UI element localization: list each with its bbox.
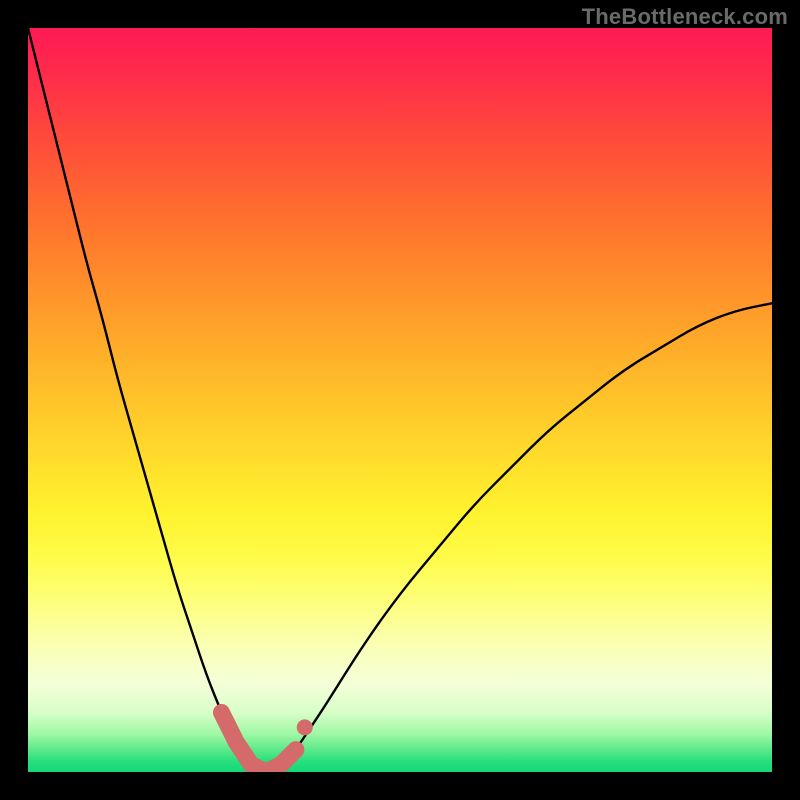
trough-markers	[221, 712, 312, 772]
plot-area	[28, 28, 772, 772]
chart-frame: TheBottleneck.com	[0, 0, 800, 800]
watermark-text: TheBottleneck.com	[582, 4, 788, 30]
bottleneck-curve	[28, 28, 772, 772]
curve-layer	[28, 28, 772, 772]
